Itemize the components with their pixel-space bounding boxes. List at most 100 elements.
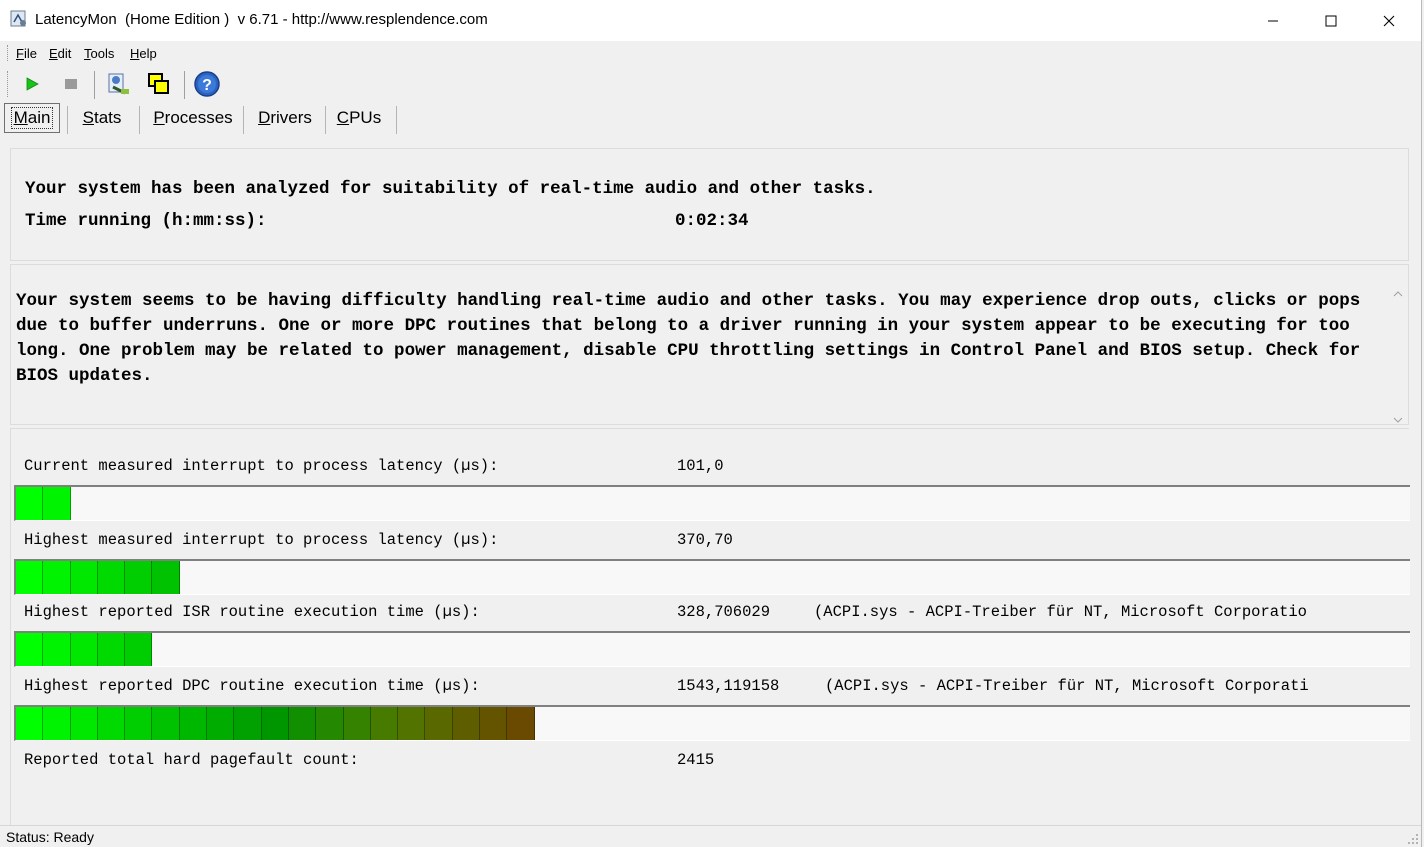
- bar-segment: [234, 707, 262, 740]
- close-icon: [1383, 15, 1395, 26]
- toolbar: ?: [0, 65, 1421, 103]
- bar-segment: [179, 707, 208, 740]
- bar-segment: [43, 487, 71, 520]
- maximize-button[interactable]: [1302, 0, 1360, 41]
- bar-segment: [398, 707, 426, 740]
- bar-segment: [125, 633, 153, 666]
- bar-segment: [16, 707, 44, 740]
- metric-value-isr-time: 328,706029: [677, 603, 771, 621]
- bar-segment: [288, 707, 317, 740]
- tab-main[interactable]: Main: [4, 103, 60, 133]
- bar-segment: [425, 707, 453, 740]
- copy-windows-icon: [148, 73, 169, 94]
- status-text: Status: Ready: [6, 829, 94, 845]
- latencymon-window: LatencyMon (Home Edition ) v 6.71 - http…: [0, 0, 1422, 847]
- bar-segment: [43, 633, 71, 666]
- bar-fill-isr-time: [16, 633, 153, 666]
- bar-fill-current-latency: [16, 487, 71, 520]
- bar-fill-highest-latency: [16, 561, 180, 594]
- diagnosis-text: Your system seems to be having difficult…: [16, 291, 1361, 386]
- bar-dpc-time: [14, 705, 1410, 741]
- start-button[interactable]: [17, 69, 47, 99]
- scroll-up-button[interactable]: [1392, 289, 1404, 299]
- bar-segment: [452, 707, 481, 740]
- bar-segment: [125, 561, 153, 594]
- stop-icon: [65, 79, 77, 89]
- chevron-down-icon: [1393, 417, 1403, 423]
- bar-segment: [507, 707, 535, 740]
- report-button[interactable]: [103, 69, 133, 99]
- diagnosis-panel[interactable]: Your system seems to be having difficult…: [10, 264, 1409, 425]
- bar-segment: [16, 487, 44, 520]
- bar-segment: [152, 707, 180, 740]
- bar-segment: [97, 561, 126, 594]
- tab-separator: [243, 106, 244, 134]
- bar-segment: [152, 561, 180, 594]
- bar-segment: [43, 561, 71, 594]
- toolbar-separator: [184, 71, 185, 99]
- bar-segment: [125, 707, 153, 740]
- toolbar-grip[interactable]: [7, 71, 10, 97]
- minimize-button[interactable]: [1244, 0, 1302, 41]
- report-icon: [108, 73, 129, 95]
- bar-segment: [70, 633, 98, 666]
- stop-button[interactable]: [56, 69, 86, 99]
- window-title: LatencyMon (Home Edition ) v 6.71 - http…: [35, 11, 488, 28]
- help-icon: ?: [194, 71, 220, 97]
- bar-isr-time: [14, 631, 1410, 667]
- bar-segment: [43, 707, 71, 740]
- bar-segment: [261, 707, 289, 740]
- resize-grip-icon[interactable]: [1407, 833, 1419, 845]
- minimize-icon: [1268, 20, 1278, 21]
- copy-windows-button[interactable]: [144, 69, 174, 99]
- title-bar: LatencyMon (Home Edition ) v 6.71 - http…: [0, 0, 1421, 41]
- bar-highest-latency: [14, 559, 1410, 595]
- bar-fill-dpc-time: [16, 707, 535, 740]
- metric-value-current-latency: 101,0: [677, 457, 724, 475]
- tab-separator: [325, 106, 326, 134]
- play-icon: [26, 77, 39, 91]
- maximize-icon: [1325, 15, 1337, 26]
- bar-segment: [16, 633, 44, 666]
- time-running-value: 0:02:34: [675, 211, 749, 231]
- menu-file[interactable]: File: [16, 46, 37, 61]
- menu-tools[interactable]: Tools: [84, 46, 114, 61]
- menu-edit[interactable]: Edit: [49, 46, 71, 61]
- menu-grip[interactable]: [7, 45, 10, 61]
- close-button[interactable]: [1360, 0, 1418, 41]
- toolbar-separator: [94, 71, 95, 99]
- help-button[interactable]: ?: [192, 69, 222, 99]
- scroll-down-button[interactable]: [1392, 415, 1404, 425]
- bar-segment: [97, 633, 126, 666]
- bar-segment: [16, 561, 44, 594]
- tab-processes[interactable]: Processes: [146, 103, 240, 133]
- metric-value-dpc-time: 1543,119158: [677, 677, 780, 695]
- chevron-up-icon: [1393, 291, 1403, 297]
- metric-driver-dpc: (ACPI.sys - ACPI-Treiber für NT, Microso…: [825, 677, 1309, 695]
- metric-label-isr-time: Highest reported ISR routine execution t…: [24, 603, 480, 621]
- menu-help[interactable]: Help: [130, 46, 157, 61]
- diagnosis-scrollbar[interactable]: [1388, 285, 1408, 425]
- bar-segment: [70, 707, 98, 740]
- status-bar: Status: Ready: [0, 825, 1421, 847]
- metric-label-current-latency: Current measured interrupt to process la…: [24, 457, 499, 475]
- analysis-summary-text: Your system has been analyzed for suitab…: [25, 179, 876, 199]
- bar-segment: [70, 561, 98, 594]
- latencymon-app-icon: [10, 10, 28, 28]
- bar-segment: [97, 707, 126, 740]
- time-running-label: Time running (h:mm:ss):: [25, 211, 267, 231]
- bar-segment: [370, 707, 399, 740]
- tab-separator: [396, 106, 397, 134]
- tab-cpus[interactable]: CPUs: [330, 103, 388, 133]
- tab-strip: Main Stats Processes Drivers CPUs: [0, 103, 1421, 135]
- svg-text:?: ?: [202, 77, 212, 94]
- tab-stats[interactable]: Stats: [72, 103, 132, 133]
- bar-segment: [480, 707, 508, 740]
- tab-drivers[interactable]: Drivers: [250, 103, 320, 133]
- bar-segment: [207, 707, 235, 740]
- metrics-panel: Current measured interrupt to process la…: [10, 428, 1410, 828]
- tab-separator: [67, 106, 68, 134]
- tab-separator: [139, 106, 140, 134]
- menu-bar: File Edit Tools Help: [0, 41, 1421, 65]
- metric-label-highest-latency: Highest measured interrupt to process la…: [24, 531, 499, 549]
